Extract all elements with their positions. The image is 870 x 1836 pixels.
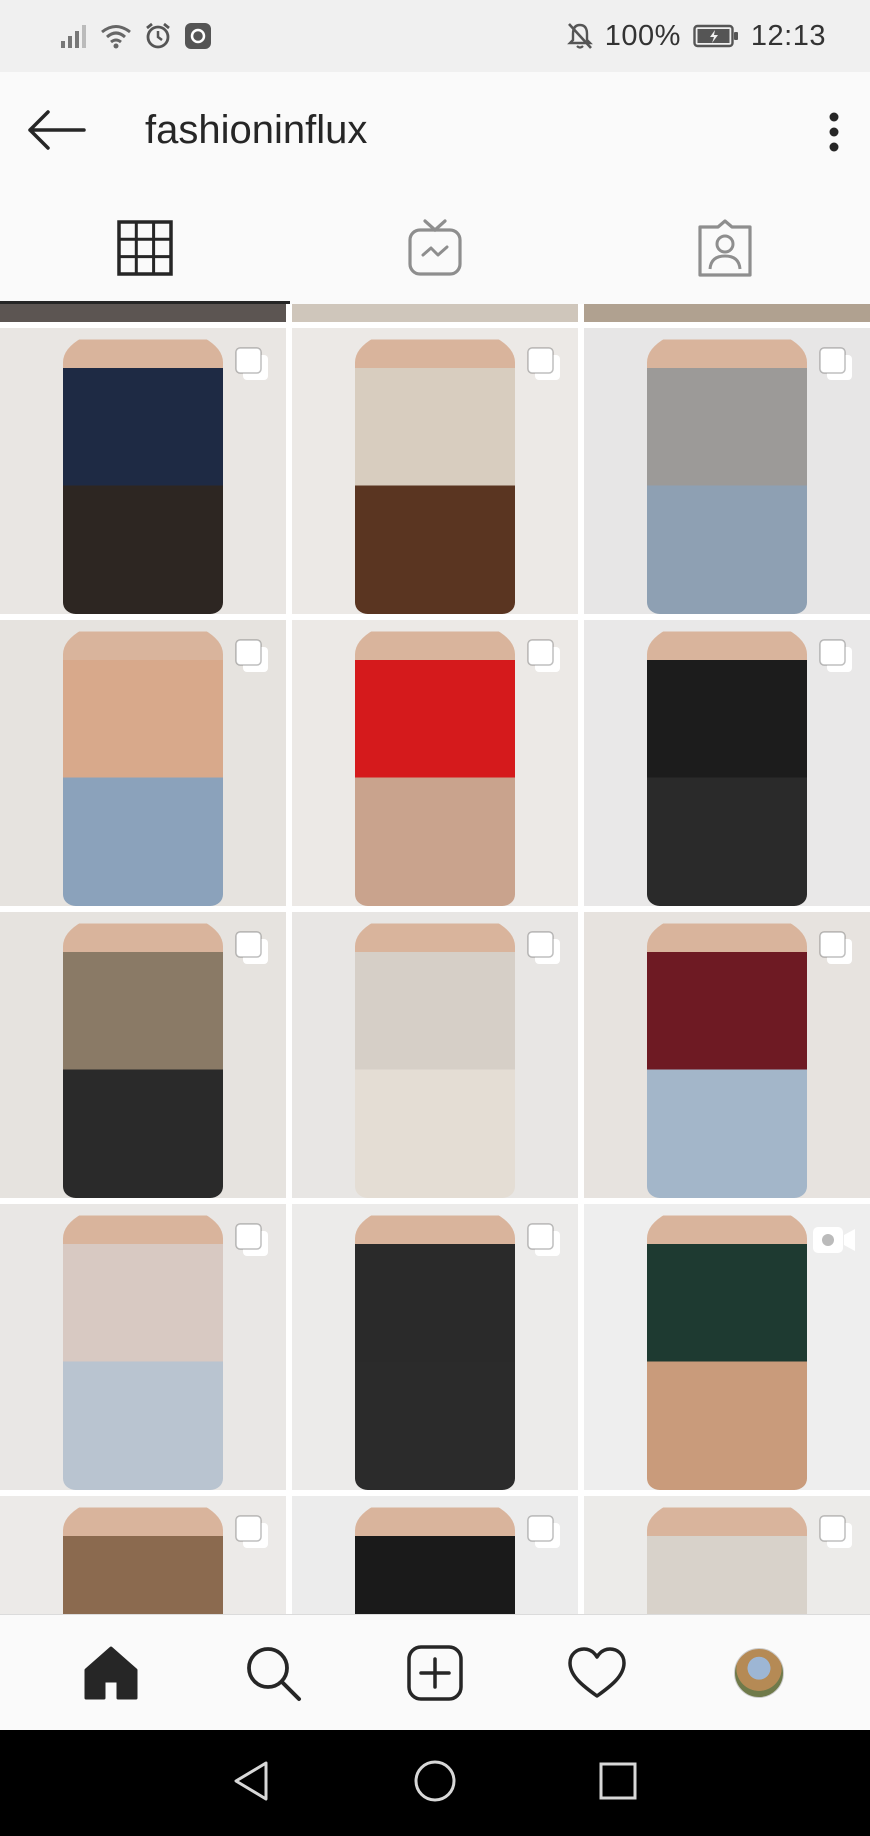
bottom-nav — [0, 1614, 870, 1730]
home-icon — [84, 1646, 138, 1699]
mute-bell-icon — [566, 22, 593, 50]
profile-header: fashioninflux — [0, 72, 870, 192]
search-icon — [247, 1646, 301, 1701]
carousel-icon — [235, 931, 268, 964]
more-options-button[interactable] — [816, 106, 852, 158]
carousel-icon — [819, 931, 852, 964]
video-icon — [813, 1227, 855, 1253]
tab-tagged[interactable] — [580, 192, 870, 304]
post-tile[interactable] — [584, 620, 870, 906]
carousel-icon — [235, 1515, 268, 1548]
post-tile[interactable] — [0, 912, 286, 1198]
carousel-icon — [235, 347, 268, 380]
post-tile[interactable] — [0, 1496, 286, 1614]
carousel-icon — [819, 347, 852, 380]
igtv-icon — [408, 219, 462, 276]
post-tile[interactable] — [292, 1496, 578, 1614]
post-tile[interactable] — [292, 620, 578, 906]
post-tile[interactable] — [584, 1204, 870, 1490]
post-grid — [0, 304, 870, 1614]
system-recents-button[interactable] — [596, 1759, 640, 1808]
profile-avatar — [734, 1647, 784, 1698]
carousel-icon — [527, 347, 560, 380]
tagged-person-icon — [698, 219, 752, 277]
system-nav-bar — [0, 1730, 870, 1836]
more-vertical-icon — [829, 112, 839, 152]
status-right: 100% 12:13 — [566, 19, 826, 53]
tab-grid[interactable] — [0, 192, 290, 304]
carousel-icon — [235, 639, 268, 672]
back-button[interactable] — [26, 102, 90, 158]
wifi-icon — [100, 23, 132, 49]
screenshot-app-icon — [184, 22, 212, 50]
post-tile[interactable] — [584, 328, 870, 614]
carousel-icon — [527, 639, 560, 672]
signal-icon — [60, 23, 88, 49]
nav-profile[interactable] — [719, 1633, 799, 1713]
post-tile[interactable] — [0, 328, 286, 614]
status-bar: 100% 12:13 — [0, 0, 870, 72]
battery-percent: 100% — [604, 19, 681, 52]
post-tile[interactable] — [584, 1496, 870, 1614]
back-triangle-icon — [234, 1761, 268, 1800]
battery-icon — [693, 24, 739, 48]
back-arrow-icon — [28, 110, 86, 150]
heart-icon — [568, 1646, 626, 1698]
post-tile[interactable] — [584, 912, 870, 1198]
post-tile[interactable] — [0, 1204, 286, 1490]
post-tile[interactable] — [292, 328, 578, 614]
carousel-icon — [819, 1515, 852, 1548]
system-home-button[interactable] — [413, 1759, 457, 1808]
post-tile-partial[interactable] — [0, 304, 286, 322]
carousel-icon — [527, 1515, 560, 1548]
home-circle-icon — [414, 1760, 456, 1801]
nav-new-post[interactable] — [395, 1633, 475, 1713]
carousel-icon — [527, 931, 560, 964]
recents-square-icon — [599, 1762, 637, 1799]
system-back-button[interactable] — [230, 1759, 274, 1808]
post-tile[interactable] — [0, 620, 286, 906]
carousel-icon — [527, 1223, 560, 1256]
post-tile-partial[interactable] — [292, 304, 578, 322]
post-tile[interactable] — [292, 1204, 578, 1490]
carousel-icon — [235, 1223, 268, 1256]
alarm-icon — [144, 22, 172, 50]
clock: 12:13 — [750, 19, 826, 52]
nav-home[interactable] — [71, 1633, 151, 1713]
nav-activity[interactable] — [557, 1633, 637, 1713]
nav-search[interactable] — [233, 1633, 313, 1713]
status-left — [60, 22, 212, 50]
carousel-icon — [819, 639, 852, 672]
post-tile-partial[interactable] — [584, 304, 870, 322]
tab-igtv[interactable] — [290, 192, 580, 304]
grid-icon — [117, 220, 173, 276]
profile-tabs — [0, 192, 870, 304]
post-tile[interactable] — [292, 912, 578, 1198]
profile-username-title: fashioninflux — [145, 108, 368, 152]
add-post-icon — [407, 1644, 463, 1701]
